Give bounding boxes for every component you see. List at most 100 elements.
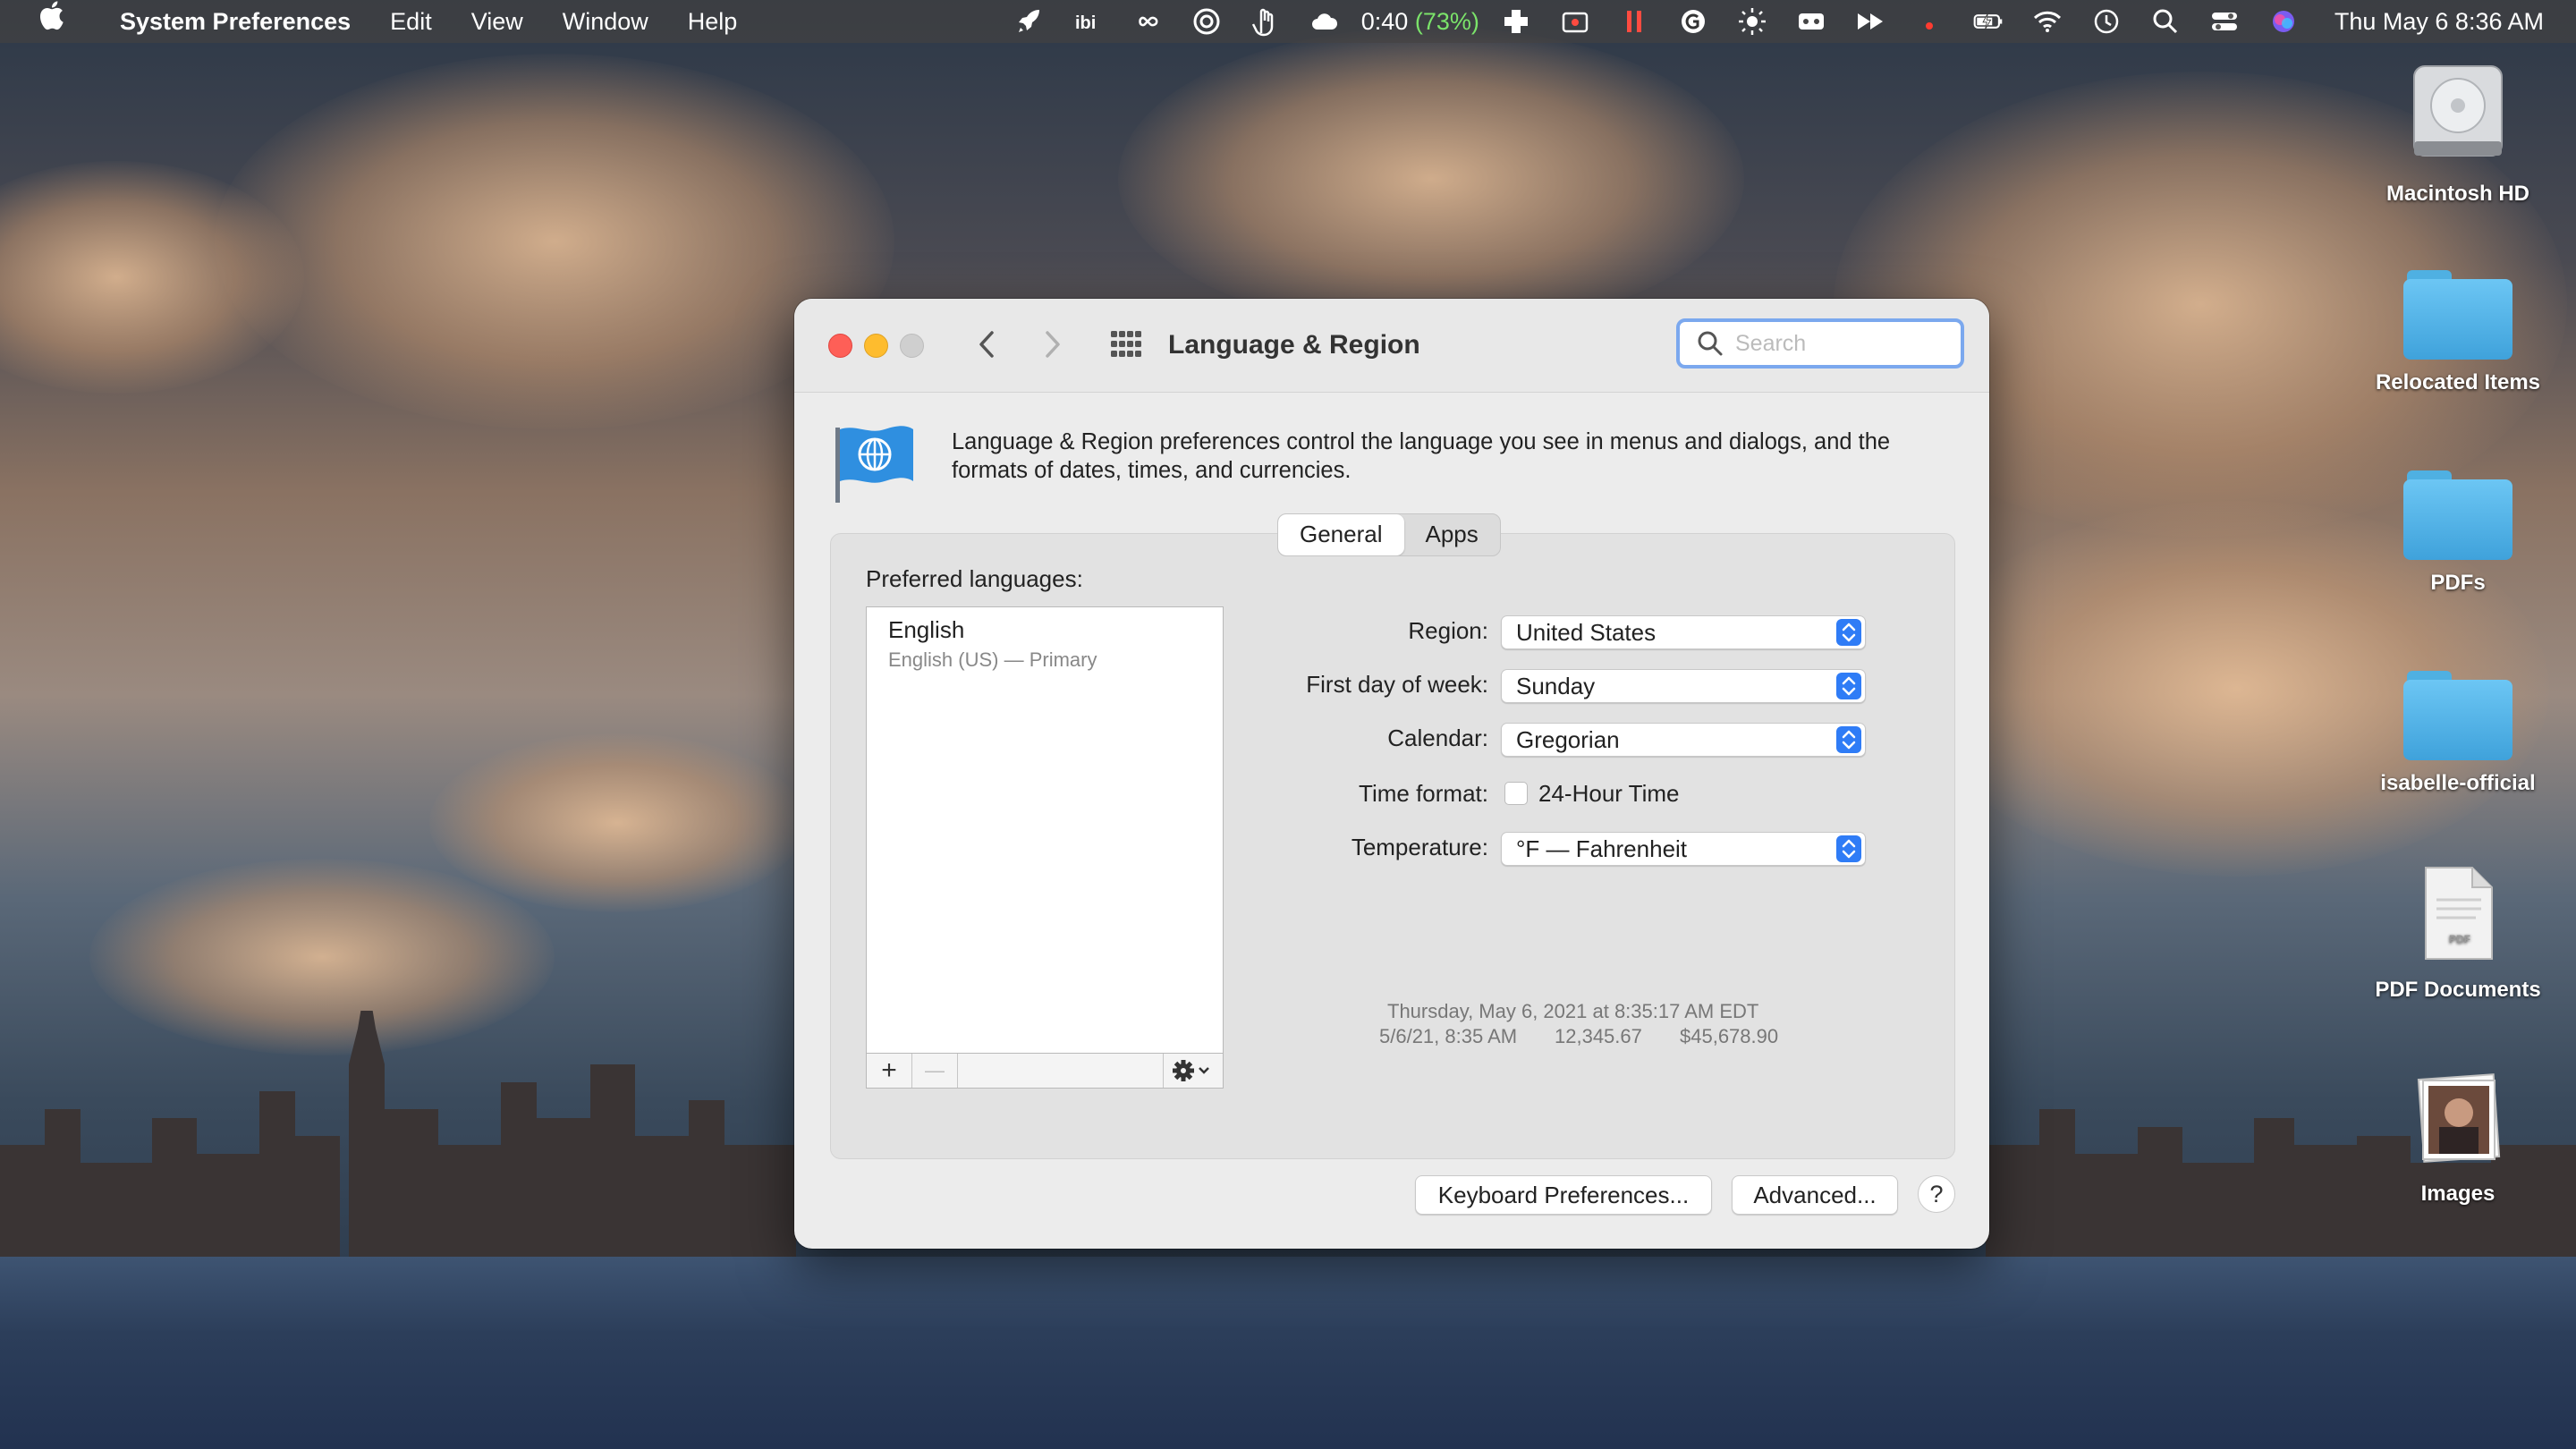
tab-apps[interactable]: Apps <box>1404 514 1500 555</box>
minimize-button[interactable] <box>864 334 888 358</box>
preferred-languages-label: Preferred languages: <box>866 565 1083 593</box>
close-button[interactable] <box>828 334 852 358</box>
region-value: United States <box>1516 616 1656 648</box>
menu-clock[interactable]: Thu May 6 8:36 AM <box>2313 8 2544 36</box>
grammarly-icon[interactable] <box>1678 0 1708 43</box>
region-popup[interactable]: United States <box>1501 615 1866 649</box>
record-dot-icon[interactable] <box>1914 0 1945 43</box>
screen-record-icon[interactable] <box>1560 0 1590 43</box>
sample-full-date: Thursday, May 6, 2021 at 8:35:17 AM EDT <box>1387 1000 1758 1023</box>
first-day-value: Sunday <box>1516 670 1595 702</box>
toolbar-spacer <box>958 1054 1164 1088</box>
forward-button[interactable] <box>1032 324 1073 365</box>
language-list-toolbar: + — <box>866 1054 1224 1089</box>
gear-icon <box>1171 1057 1216 1084</box>
menu-window[interactable]: Window <box>543 0 668 43</box>
keyboard-preferences-button[interactable]: Keyboard Preferences... <box>1415 1175 1712 1215</box>
svg-text:PDF: PDF <box>2449 933 2470 945</box>
display-icon[interactable] <box>1796 0 1826 43</box>
desktop-item-pdf-documents[interactable]: PDF PDF Documents <box>2368 864 2547 1003</box>
pdf-document-icon: PDF <box>2368 864 2547 969</box>
wifi-icon[interactable] <box>2032 0 2063 43</box>
help-button[interactable]: ? <box>1918 1175 1955 1213</box>
menu-view[interactable]: View <box>452 0 543 43</box>
svg-text:ibi: ibi <box>1075 13 1096 33</box>
fast-forward-icon[interactable] <box>1855 0 1885 43</box>
menu-edit[interactable]: Edit <box>370 0 452 43</box>
updown-arrows-icon <box>1836 835 1861 862</box>
updown-arrows-icon <box>1836 726 1861 753</box>
region-label: Region: <box>1408 617 1488 645</box>
search-input[interactable] <box>1733 330 1943 358</box>
cloud-icon[interactable] <box>1309 0 1340 43</box>
search-icon <box>1696 329 1724 358</box>
add-language-button[interactable]: + <box>867 1054 912 1088</box>
siri-icon[interactable] <box>2268 0 2299 43</box>
zoom-button[interactable] <box>900 334 924 358</box>
menu-help[interactable]: Help <box>668 0 758 43</box>
infinity-icon[interactable] <box>1132 0 1163 43</box>
24-hour-time-checkbox[interactable] <box>1504 782 1528 805</box>
apple-icon[interactable] <box>0 0 100 44</box>
battery-icon[interactable] <box>1973 0 2004 43</box>
rocket-icon[interactable] <box>1014 0 1045 43</box>
back-button[interactable] <box>966 324 1007 365</box>
folder-icon <box>2403 470 2512 560</box>
temperature-label: Temperature: <box>1352 834 1488 861</box>
language-detail: English (US) — Primary <box>888 648 1097 672</box>
desktop-item-label: PDF Documents <box>2375 978 2540 1002</box>
ibi-icon[interactable]: ibi <box>1073 0 1104 43</box>
action-menu-button[interactable] <box>1164 1054 1223 1088</box>
pause-icon[interactable] <box>1619 0 1649 43</box>
chevron-right-icon <box>1043 329 1063 360</box>
folder-alias-icon <box>2403 270 2512 360</box>
time-machine-icon[interactable] <box>2091 0 2122 43</box>
title-bar: Language & Region <box>794 299 1989 393</box>
desktop-item-label: PDFs <box>2430 571 2485 595</box>
temperature-popup[interactable]: °F — Fahrenheit <box>1501 832 1866 866</box>
desktop-item-label: isabelle-official <box>2380 771 2535 795</box>
hand-icon[interactable] <box>1250 0 1281 43</box>
calendar-value: Gregorian <box>1516 724 1620 756</box>
desktop-item-pdfs[interactable]: PDFs <box>2368 470 2547 596</box>
tab-general[interactable]: General <box>1278 514 1404 555</box>
updown-arrows-icon <box>1836 619 1861 646</box>
grid-icon <box>1106 324 1147 365</box>
app-menu[interactable]: System Preferences <box>100 0 370 43</box>
brightness-icon[interactable] <box>1737 0 1767 43</box>
24-hour-time-label[interactable]: 24-Hour Time <box>1538 780 1680 808</box>
language-region-window: Language & Region Language & Region pref… <box>794 299 1989 1249</box>
sample-short-date: 5/6/21, 8:35 AM <box>1379 1025 1517 1048</box>
first-day-popup[interactable]: Sunday <box>1501 669 1866 703</box>
advanced-button[interactable]: Advanced... <box>1732 1175 1898 1215</box>
desktop-item-label: Macintosh HD <box>2386 182 2529 206</box>
temperature-value: °F — Fahrenheit <box>1516 833 1687 865</box>
calendar-popup[interactable]: Gregorian <box>1501 723 1866 757</box>
desktop-item-isabelle-official[interactable]: isabelle-official <box>2368 671 2547 796</box>
battery-status[interactable]: 0:40 (73%) <box>1354 8 1487 36</box>
search-field[interactable] <box>1676 318 1964 369</box>
menu-bar: System Preferences Edit View Window Help… <box>0 0 2576 43</box>
language-list[interactable]: English English (US) — Primary <box>866 606 1224 1054</box>
spotlight-search-icon[interactable] <box>2150 0 2181 43</box>
hard-drive-icon <box>2368 59 2547 173</box>
desktop-item-images[interactable]: Images <box>2368 1072 2547 1207</box>
desktop-item-label: Images <box>2421 1182 2496 1206</box>
desktop-item-relocated-items[interactable]: Relocated Items <box>2368 270 2547 395</box>
desktop-item-macintosh-hd[interactable]: Macintosh HD <box>2368 59 2547 207</box>
sample-number: 12,345.67 <box>1555 1025 1642 1048</box>
sample-currency: $45,678.90 <box>1680 1025 1778 1048</box>
remove-language-button[interactable]: — <box>912 1054 958 1088</box>
battery-time: 0:40 <box>1361 8 1409 35</box>
updown-arrows-icon <box>1836 673 1861 699</box>
time-format-label: Time format: <box>1359 780 1488 808</box>
battery-percent: (73%) <box>1415 8 1479 35</box>
medical-plus-icon[interactable] <box>1501 0 1531 43</box>
images-icon <box>2368 1072 2547 1173</box>
folder-icon <box>2403 671 2512 760</box>
show-all-button[interactable] <box>1106 324 1147 365</box>
control-center-icon[interactable] <box>2209 0 2240 43</box>
creative-cloud-icon[interactable] <box>1191 0 1222 43</box>
calendar-label: Calendar: <box>1387 724 1488 752</box>
window-title: Language & Region <box>1168 299 1420 392</box>
